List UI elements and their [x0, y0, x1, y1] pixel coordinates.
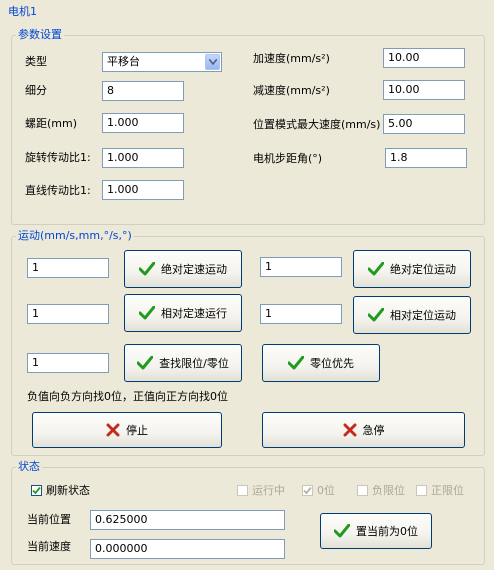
- current-speed-field: 0.000000: [90, 539, 285, 559]
- stop-button[interactable]: 停止: [32, 412, 222, 448]
- pitch-input[interactable]: 1.000: [102, 113, 184, 133]
- step-angle-input[interactable]: 1.8: [385, 148, 467, 168]
- checkbox-box: [237, 484, 248, 496]
- zero-label: 0位: [317, 484, 335, 497]
- checkbox-box: [416, 484, 427, 496]
- accel-label: 加速度(mm/s²): [253, 52, 330, 65]
- set-zero-button[interactable]: 置当前为0位: [320, 513, 432, 549]
- type-label: 类型: [25, 55, 47, 68]
- accel-input[interactable]: 10.00: [383, 48, 465, 68]
- abs-speed-input[interactable]: 1: [27, 258, 109, 278]
- lin-ratio-label: 直线传动比1:: [25, 184, 91, 197]
- neg-limit-label: 负限位: [372, 484, 405, 497]
- decel-label: 减速度(mm/s²): [253, 84, 330, 97]
- max-speed-label: 位置模式最大速度(mm/s): [253, 118, 381, 131]
- find-limit-button[interactable]: 查找限位/零位: [124, 344, 242, 382]
- find-limit-input[interactable]: 1: [27, 353, 109, 373]
- set-zero-button-label: 置当前为0位: [356, 525, 418, 538]
- rel-speed-button[interactable]: 相对定速运行: [124, 294, 242, 332]
- abs-pos-button-label: 绝对定位运动: [390, 263, 456, 276]
- max-speed-input[interactable]: 5.00: [383, 114, 465, 134]
- check-icon: [288, 356, 304, 370]
- abs-speed-button[interactable]: 绝对定速运动: [124, 250, 242, 288]
- rel-pos-input[interactable]: 1: [260, 304, 342, 324]
- x-icon: [106, 423, 120, 437]
- current-speed-label: 当前速度: [27, 540, 71, 553]
- rel-pos-button[interactable]: 相对定位运动: [353, 296, 471, 334]
- rel-speed-button-label: 相对定速运行: [161, 307, 227, 320]
- abs-pos-button[interactable]: 绝对定位运动: [353, 250, 471, 288]
- check-icon: [139, 306, 155, 320]
- decel-input[interactable]: 10.00: [383, 80, 465, 100]
- status-group-label: 状态: [16, 460, 42, 474]
- neg-limit-checkbox: 负限位: [357, 482, 405, 498]
- window-title: 电机1: [8, 5, 37, 18]
- running-checkbox: 运行中: [237, 482, 285, 498]
- check-icon: [334, 524, 350, 538]
- pitch-label: 螺距(mm): [25, 117, 78, 130]
- refresh-status-label: 刷新状态: [46, 484, 90, 497]
- params-group-label: 参数设置: [16, 28, 64, 42]
- rot-ratio-input[interactable]: 1.000: [102, 148, 184, 168]
- checkbox-box: [302, 484, 313, 496]
- abs-pos-input[interactable]: 1: [260, 257, 342, 277]
- step-angle-label: 电机步距角(°): [253, 152, 323, 165]
- subdivision-label: 细分: [25, 84, 47, 97]
- running-label: 运行中: [252, 484, 285, 497]
- rel-pos-button-label: 相对定位运动: [390, 309, 456, 322]
- refresh-status-checkbox[interactable]: 刷新状态: [31, 482, 90, 498]
- pos-limit-checkbox: 正限位: [416, 482, 464, 498]
- current-pos-label: 当前位置: [27, 513, 71, 526]
- subdivision-input[interactable]: 8: [102, 81, 184, 101]
- type-select[interactable]: 平移台: [102, 52, 222, 72]
- type-select-value: 平移台: [107, 55, 140, 68]
- stop-button-label: 停止: [126, 424, 148, 437]
- checkbox-box[interactable]: [31, 484, 42, 496]
- checkbox-box: [357, 484, 368, 496]
- pos-limit-label: 正限位: [431, 484, 464, 497]
- zero-first-button-label: 零位优先: [310, 357, 354, 370]
- estop-button[interactable]: 急停: [262, 412, 465, 448]
- x-icon: [343, 423, 357, 437]
- check-icon: [139, 262, 155, 276]
- motion-group-label: 运动(mm/s,mm,°/s,°): [16, 229, 134, 243]
- rot-ratio-label: 旋转传动比1:: [25, 151, 91, 164]
- chevron-down-icon[interactable]: [205, 54, 220, 70]
- zero-checkbox: 0位: [302, 482, 335, 498]
- check-icon: [137, 356, 154, 370]
- zero-direction-hint: 负值向负方向找0位，正值向正方向找0位: [27, 390, 228, 403]
- lin-ratio-input[interactable]: 1.000: [102, 180, 184, 200]
- rel-speed-input[interactable]: 1: [27, 304, 109, 324]
- current-pos-field: 0.625000: [90, 510, 285, 530]
- check-icon: [368, 262, 384, 276]
- check-icon: [368, 308, 384, 322]
- estop-button-label: 急停: [362, 424, 385, 437]
- abs-speed-button-label: 绝对定速运动: [161, 263, 227, 276]
- find-limit-button-label: 查找限位/零位: [159, 357, 229, 370]
- zero-first-button[interactable]: 零位优先: [262, 344, 380, 382]
